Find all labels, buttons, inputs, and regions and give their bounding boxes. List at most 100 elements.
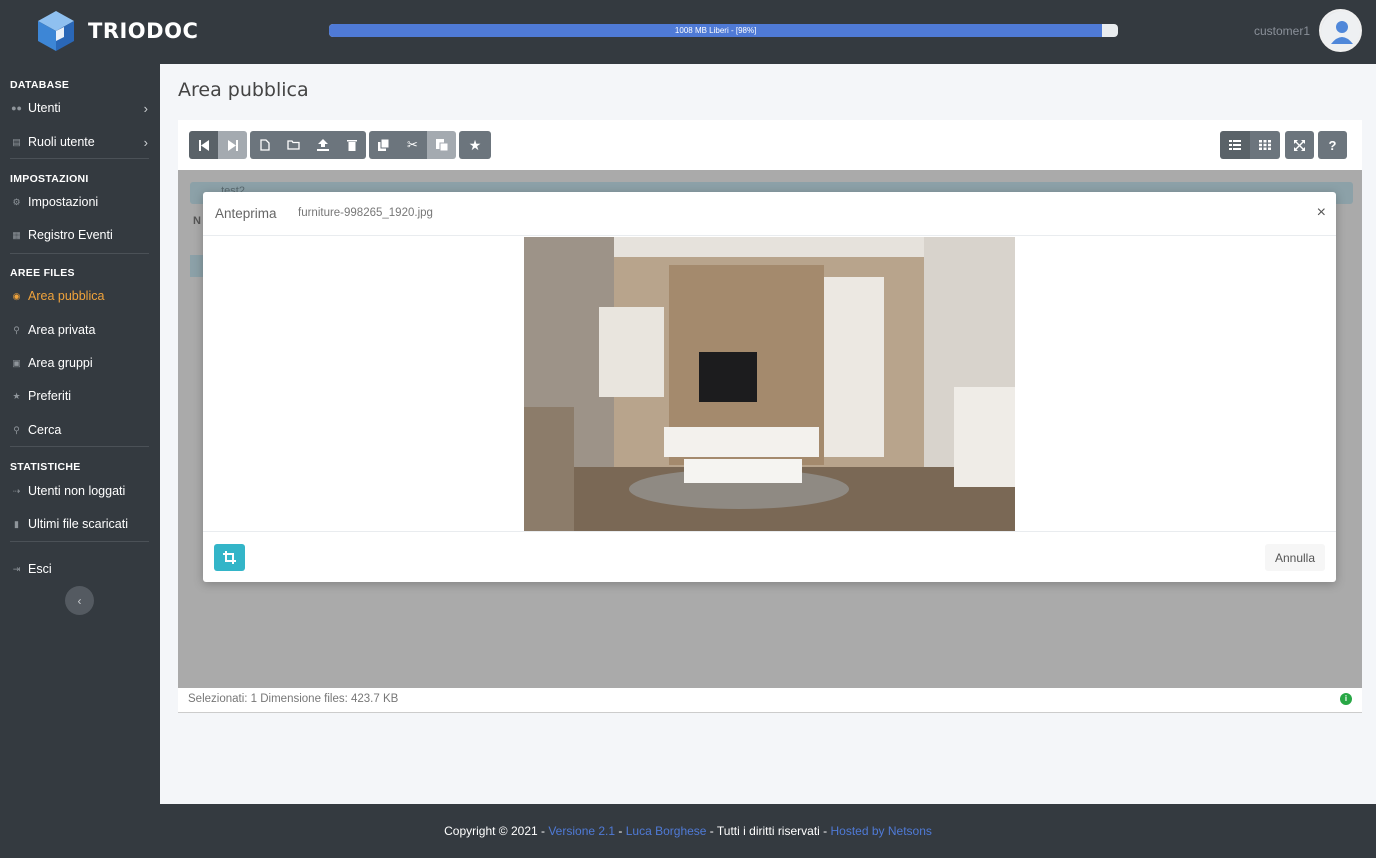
chevron-right-icon: › — [143, 134, 148, 150]
sidebar-item-utenti[interactable]: ●● Utenti › — [0, 94, 160, 122]
sidebar-item-area-gruppi[interactable]: ▣ Area gruppi — [0, 349, 160, 377]
modal-footer: Annulla — [203, 531, 1336, 582]
user-avatar[interactable] — [1319, 9, 1362, 52]
file-icon — [259, 139, 270, 151]
footer-separator: - — [615, 824, 626, 838]
step-backward-icon — [198, 139, 209, 151]
new-folder-button[interactable] — [279, 131, 308, 159]
sidebar-item-ruoli-utente[interactable]: ▤ Ruoli utente › — [0, 128, 160, 156]
author-link[interactable]: Luca Borghese — [626, 824, 707, 838]
sidebar-section-impostazioni: IMPOSTAZIONI — [10, 173, 89, 185]
app-logo[interactable]: TRIODOC — [36, 9, 198, 53]
upload-button[interactable] — [308, 131, 337, 159]
sidebar-item-label: Utenti — [28, 101, 61, 115]
sidebar-item-label: Registro Eventi — [28, 228, 113, 242]
search-icon: ⚲ — [13, 424, 20, 435]
info-icon[interactable]: i — [1340, 693, 1352, 705]
crop-button[interactable] — [214, 544, 245, 571]
star-icon: ★ — [12, 390, 21, 401]
sidebar-section-aree-files: AREE FILES — [10, 267, 75, 279]
expand-icon — [1294, 139, 1305, 151]
modal-title: Anteprima — [215, 206, 277, 221]
favorite-button[interactable]: ★ — [459, 131, 491, 159]
upload-icon — [316, 139, 329, 151]
selection-status: Selezionati: 1 Dimensione files: 423.7 K… — [188, 693, 399, 705]
grid-view-button[interactable] — [1250, 131, 1280, 159]
list-view-button[interactable] — [1220, 131, 1250, 159]
sidebar-item-label: Ruoli utente — [28, 135, 95, 149]
copy-button[interactable] — [369, 131, 398, 159]
delete-button[interactable] — [337, 131, 366, 159]
modal-header: Anteprima furniture-998265_1920.jpg × — [203, 192, 1336, 236]
column-header-name: N — [193, 215, 201, 227]
sign-in-icon: ⇢ — [12, 485, 21, 496]
chevron-left-icon: ‹ — [77, 593, 82, 608]
sidebar-collapse-button[interactable]: ‹ — [65, 586, 94, 615]
close-icon[interactable]: × — [1317, 204, 1326, 222]
top-header: TRIODOC 1008 MB Liberi - [98%] customer1 — [0, 0, 1376, 64]
sidebar-section-statistiche: STATISTICHE — [10, 461, 81, 473]
sidebar-item-label: Utenti non loggati — [28, 484, 126, 498]
sidebar-item-preferiti[interactable]: ★ Preferiti — [0, 382, 160, 410]
sidebar-item-area-pubblica[interactable]: ◉ Area pubblica — [0, 282, 160, 310]
sidebar-item-impostazioni[interactable]: ⚙ Impostazioni — [0, 188, 160, 216]
chevron-right-icon: › — [143, 100, 148, 116]
sidebar-item-label: Cerca — [28, 423, 62, 437]
version-link[interactable]: Versione 2.1 — [548, 824, 615, 838]
preview-image — [524, 237, 1015, 531]
star-icon: ★ — [468, 136, 482, 153]
folder-icon — [287, 140, 300, 150]
sidebar-item-label: Esci — [28, 562, 52, 576]
sidebar-section-database: DATABASE — [10, 79, 70, 91]
sidebar-item-utenti-non-loggati[interactable]: ⇢ Utenti non loggati — [0, 477, 160, 505]
sidebar-item-label: Preferiti — [28, 389, 72, 403]
paste-icon — [435, 139, 448, 151]
puzzle-icon: ▣ — [12, 357, 21, 368]
modal-filename: furniture-998265_1920.jpg — [298, 207, 433, 219]
file-toolbar: ✂ ★ ? — [178, 120, 1362, 170]
sidebar-divider — [10, 541, 149, 542]
copyright-text: Copyright © 2021 - — [444, 824, 549, 838]
id-card-icon: ▤ — [12, 136, 21, 147]
sidebar-item-label: Area gruppi — [28, 356, 93, 370]
trash-icon — [346, 140, 357, 151]
sidebar: DATABASE ●● Utenti › ▤ Ruoli utente › IM… — [0, 64, 160, 804]
cut-button[interactable]: ✂ — [398, 131, 427, 159]
username[interactable]: customer1 — [1254, 24, 1310, 38]
sidebar-item-cerca[interactable]: ⚲ Cerca — [0, 416, 160, 444]
list-view-icon — [1229, 140, 1241, 150]
sidebar-item-label: Area pubblica — [28, 289, 105, 303]
page-title: Area pubblica — [178, 79, 309, 101]
storage-quota-bar: 1008 MB Liberi - [98%] — [329, 24, 1118, 37]
status-bar: Selezionati: 1 Dimensione files: 423.7 K… — [178, 688, 1362, 713]
app-name: TRIODOC — [88, 19, 199, 43]
first-page-button[interactable] — [189, 131, 218, 159]
help-button[interactable]: ? — [1318, 131, 1347, 159]
users-icon: ●● — [11, 103, 22, 113]
sidebar-divider — [10, 158, 149, 159]
grid-view-icon — [1259, 140, 1271, 150]
sidebar-item-label: Impostazioni — [28, 195, 99, 209]
sidebar-item-esci[interactable]: ⇥ Esci — [0, 555, 160, 583]
copy-icon — [377, 139, 389, 151]
user-silhouette-icon — [1321, 11, 1360, 50]
cancel-button[interactable]: Annulla — [1264, 544, 1325, 571]
selected-row[interactable] — [190, 255, 204, 277]
sidebar-item-registro-eventi[interactable]: ▦ Registro Eventi — [0, 221, 160, 249]
sign-out-icon: ⇥ — [12, 563, 21, 574]
hosted-link[interactable]: Hosted by Netsons — [830, 824, 931, 838]
last-page-button[interactable] — [218, 131, 247, 159]
fullscreen-button[interactable] — [1285, 131, 1314, 159]
key-icon: ⚲ — [13, 324, 20, 335]
step-forward-icon — [227, 139, 238, 151]
storage-quota-fill: 1008 MB Liberi - [98%] — [329, 24, 1103, 37]
rights-text: - Tutti i diritti riservati - — [706, 824, 831, 838]
sidebar-item-label: Ultimi file scaricati — [28, 517, 129, 531]
gear-icon: ⚙ — [12, 196, 21, 207]
storage-quota-label: 1008 MB Liberi - [98%] — [674, 26, 757, 35]
sidebar-item-ultimi-file-scaricati[interactable]: ▮ Ultimi file scaricati — [0, 510, 160, 538]
paste-button[interactable] — [427, 131, 456, 159]
sidebar-item-area-privata[interactable]: ⚲ Area privata — [0, 316, 160, 344]
new-file-button[interactable] — [250, 131, 279, 159]
crop-icon — [223, 551, 236, 564]
